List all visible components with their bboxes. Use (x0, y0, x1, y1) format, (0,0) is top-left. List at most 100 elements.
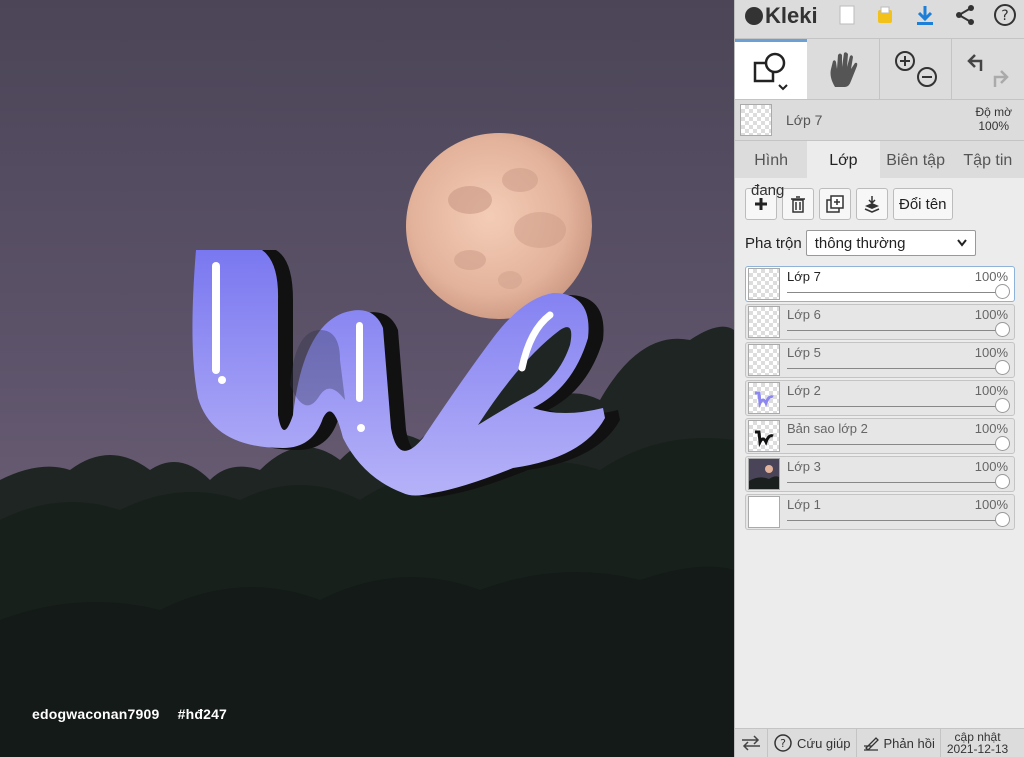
layer-thumbnail (748, 344, 780, 376)
opacity-slider-knob[interactable] (995, 474, 1010, 489)
zoom-icon (894, 51, 937, 87)
opacity-slider-track[interactable] (787, 406, 1000, 407)
canvas-artwork (0, 0, 734, 757)
opacity-slider-knob[interactable] (995, 398, 1010, 413)
layer-row[interactable]: Lớp 5 100% (745, 342, 1015, 378)
save-button[interactable] (871, 2, 899, 28)
new-file-icon (839, 5, 855, 25)
layer-opacity: 100% (974, 459, 1008, 474)
current-layer-opacity[interactable]: Độ mờ 100% (975, 105, 1012, 133)
photo-thumbnail (749, 459, 779, 489)
current-layer-header: Lớp 7 Độ mờ 100% (735, 100, 1024, 141)
layer-name: Lớp 1 (787, 497, 821, 512)
opacity-slider-knob[interactable] (995, 360, 1010, 375)
overlay-label: đang (751, 182, 785, 199)
share-button[interactable] (951, 2, 979, 28)
opacity-slider-knob[interactable] (995, 284, 1010, 299)
opacity-slider-track[interactable] (787, 330, 1000, 331)
opacity-slider-track[interactable] (787, 520, 1000, 521)
save-icon (878, 6, 892, 23)
opacity-slider-track[interactable] (787, 444, 1000, 445)
hand-tool-button[interactable] (807, 39, 879, 99)
blend-mode-label: Pha trộn (745, 234, 802, 252)
shape-tool-button[interactable] (735, 39, 807, 99)
help-icon: ? (994, 4, 1016, 26)
opacity-slider-track[interactable] (787, 482, 1000, 483)
swap-side-button[interactable] (735, 729, 768, 757)
swap-arrows-icon (742, 735, 760, 751)
layer-name: Lớp 7 (787, 269, 821, 284)
update-date: 2021-12-13 (946, 742, 1009, 756)
opacity-slider-knob[interactable] (995, 512, 1010, 527)
tab-layers[interactable]: Lớp (807, 141, 880, 181)
layer-opacity: 100% (974, 269, 1008, 284)
current-layer-name: Lớp 7 (786, 112, 823, 128)
download-icon (917, 6, 933, 25)
opacity-slider-track[interactable] (787, 292, 1000, 293)
layer-opacity: 100% (974, 421, 1008, 436)
layer-name: Lớp 5 (787, 345, 821, 360)
undo-redo-icon (966, 54, 1009, 87)
tab-shape[interactable]: Hình (735, 141, 807, 181)
new-file-button[interactable] (833, 2, 861, 28)
lettering-thumbnail (755, 391, 774, 409)
layer-row[interactable]: Lớp 1 100% (745, 494, 1015, 530)
layer-row[interactable]: Bản sao lớp 2 100% (745, 418, 1015, 454)
svg-text:?: ? (1001, 8, 1008, 24)
blend-mode-value: thông thường (814, 234, 906, 252)
undo-redo-controls[interactable] (951, 39, 1023, 99)
blend-mode-row: Pha trộn thông thường (745, 230, 1024, 256)
opacity-label: Độ mờ (975, 105, 1012, 119)
download-button[interactable] (911, 2, 939, 28)
top-bar: Kleki ? (735, 0, 1024, 32)
help-circle-icon: ? (774, 734, 792, 752)
tab-edit[interactable]: Biên tập (880, 141, 952, 181)
opacity-slider-knob[interactable] (995, 436, 1010, 451)
watermark-author: edogwaconan7909 (32, 706, 160, 722)
logo-text: Kleki (765, 3, 818, 28)
side-panel: Kleki ? Lớp 7 Độ mờ 100% Hình Lớp Biên t… (734, 0, 1024, 757)
feedback-pen-icon (863, 737, 879, 751)
layer-thumbnail (748, 306, 780, 338)
layer-name: Lớp 2 (787, 383, 821, 398)
layer-thumbnail (748, 268, 780, 300)
layer-row[interactable]: Lớp 6 100% (745, 304, 1015, 340)
hand-tool-icon (830, 52, 858, 87)
merge-layer-button[interactable] (856, 188, 888, 220)
drawing-canvas[interactable]: edogwaconan7909 #hđ247 (0, 0, 734, 757)
chevron-down-icon (956, 239, 967, 247)
layer-row[interactable]: Lớp 7 100% (745, 266, 1015, 302)
delete-layer-button[interactable] (782, 188, 814, 220)
help-button[interactable]: ? (991, 2, 1019, 28)
opacity-value: 100% (978, 119, 1010, 133)
help-link-label: Cứu giúp (797, 735, 851, 751)
opacity-slider-track[interactable] (787, 368, 1000, 369)
zoom-controls[interactable] (879, 39, 951, 99)
trash-icon (791, 196, 805, 213)
feedback-link[interactable]: Phản hồi (857, 729, 941, 757)
kleki-logo[interactable]: Kleki (745, 3, 818, 29)
duplicate-icon (826, 195, 844, 213)
moon (406, 133, 592, 319)
help-link[interactable]: ? Cứu giúp (768, 729, 857, 757)
opacity-slider-knob[interactable] (995, 322, 1010, 337)
layer-action-buttons: đang Đổi tên (745, 182, 1024, 220)
tool-row (735, 38, 1024, 100)
update-info[interactable]: cập nhật 2021-12-13 (941, 731, 1014, 755)
layers-tab-content: đang Đổi tên Pha trộn thông thường Lớp 7 (735, 178, 1024, 728)
layer-opacity: 100% (974, 345, 1008, 360)
lettering-shadow-thumbnail (755, 430, 774, 448)
layer-row[interactable]: Lớp 2 100% (745, 380, 1015, 416)
layer-name: Bản sao lớp 2 (787, 421, 868, 436)
share-icon (956, 5, 974, 25)
layer-row[interactable]: Lớp 3 100% (745, 456, 1015, 492)
layer-opacity: 100% (974, 383, 1008, 398)
blend-mode-select[interactable]: thông thường (805, 230, 976, 256)
current-layer-thumbnail (740, 104, 772, 136)
panel-tabs: Hình Lớp Biên tập Tập tin (735, 141, 1024, 181)
layer-name: Lớp 3 (787, 459, 821, 474)
watermark-tag: #hđ247 (177, 706, 228, 722)
duplicate-layer-button[interactable] (819, 188, 851, 220)
rename-layer-button[interactable]: Đổi tên (893, 188, 953, 220)
tab-file[interactable]: Tập tin (952, 141, 1024, 181)
